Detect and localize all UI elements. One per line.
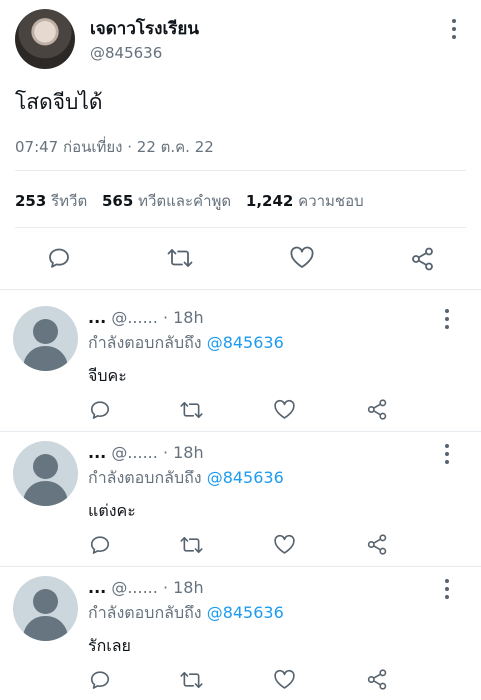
reply-icon[interactable] [89,534,111,556]
more-icon[interactable] [441,579,453,599]
like-icon[interactable] [273,669,296,691]
divider [0,289,481,290]
reply-header: ... @...... · 18h [88,308,204,327]
reply-text: รักเลย [88,636,131,655]
reply-icon[interactable] [47,246,71,270]
replying-to-handle[interactable]: @845636 [207,333,284,352]
share-icon[interactable] [410,246,436,272]
retweet-icon[interactable] [179,669,204,691]
share-icon[interactable] [366,533,389,556]
replying-to-label: กำลังตอบกลับถึง [88,333,202,352]
reply-icon[interactable] [89,669,111,691]
tweet-stats: 253 รีทวีต 565 ทวีตและคำพูด 1,242 ความชอ… [15,189,364,213]
author-handle[interactable]: @845636 [90,44,162,62]
reply-author-handle[interactable]: @...... [111,443,158,462]
likes-label: ความชอบ [298,192,364,210]
reply-text: จีบคะ [88,366,127,385]
replying-to: กำลังตอบกลับถึง @845636 [88,331,284,356]
likes-stat[interactable]: 1,242 ความชอบ [246,192,364,210]
more-icon[interactable] [441,444,453,464]
divider [0,431,481,432]
reply-header: ... @...... · 18h [88,443,204,462]
quotes-stat[interactable]: 565 ทวีตและคำพูด [102,192,236,210]
retweets-label: รีทวีต [51,192,88,210]
divider [0,566,481,567]
retweet-icon[interactable] [179,534,204,556]
reply-avatar[interactable] [13,576,78,641]
reply-author-handle[interactable]: @...... [111,578,158,597]
retweets-stat[interactable]: 253 รีทวีต [15,192,92,210]
tweet-timestamp[interactable]: 07:47 ก่อนเที่ยง · 22 ต.ค. 22 [15,135,214,159]
like-icon[interactable] [289,246,315,270]
likes-count: 1,242 [245,192,294,210]
reply-time[interactable]: 18h [173,578,204,597]
reply-time[interactable]: 18h [173,308,204,327]
divider [15,227,466,228]
reply-avatar[interactable] [13,306,78,371]
replying-to: กำลังตอบกลับถึง @845636 [88,466,284,491]
quotes-label: ทวีตและคำพูด [138,192,232,210]
retweets-count: 253 [15,192,47,210]
replying-to-handle[interactable]: @845636 [207,468,284,487]
author-display-name[interactable]: เจดาวโรงเรียน [90,15,199,42]
replying-to-label: กำลังตอบกลับถึง [88,603,202,622]
more-icon[interactable] [441,309,453,329]
replying-to: กำลังตอบกลับถึง @845636 [88,601,284,626]
reply-author-name[interactable]: ... [88,578,106,597]
reply-icon[interactable] [89,399,111,421]
reply-avatar[interactable] [13,441,78,506]
reply-separator: · [162,578,169,597]
reply-author-handle[interactable]: @...... [111,308,158,327]
replying-to-label: กำลังตอบกลับถึง [88,468,202,487]
reply-separator: · [162,308,169,327]
reply-author-name[interactable]: ... [88,308,106,327]
share-icon[interactable] [366,398,389,421]
author-avatar[interactable] [15,9,75,69]
like-icon[interactable] [273,399,296,421]
reply-header: ... @...... · 18h [88,578,204,597]
retweet-icon[interactable] [179,399,204,421]
share-icon[interactable] [366,668,389,691]
retweet-icon[interactable] [166,246,194,270]
quotes-count: 565 [101,192,134,210]
divider [15,170,466,171]
reply-separator: · [162,443,169,462]
tweet-text: โสดจีบได้ [15,90,103,114]
reply-text: แต่งคะ [88,501,136,520]
reply-author-name[interactable]: ... [88,443,106,462]
more-icon[interactable] [448,19,460,39]
like-icon[interactable] [273,534,296,556]
reply-time[interactable]: 18h [173,443,204,462]
replying-to-handle[interactable]: @845636 [207,603,284,622]
